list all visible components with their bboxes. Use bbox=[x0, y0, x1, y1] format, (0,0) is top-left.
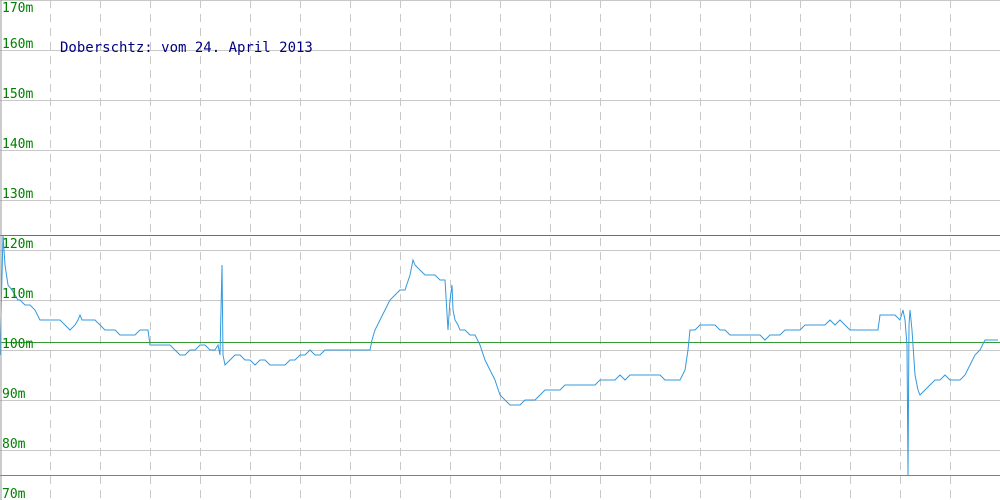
y-tick-label: 70m bbox=[2, 487, 26, 500]
y-tick-label: 90m bbox=[2, 387, 26, 402]
y-tick-label: 120m bbox=[2, 237, 33, 252]
y-tick-label: 130m bbox=[2, 187, 33, 202]
y-tick-label: 80m bbox=[2, 437, 26, 452]
y-tick-label: 150m bbox=[2, 87, 33, 102]
y-tick-label: 160m bbox=[2, 37, 33, 52]
chart-title: Doberschtz: vom 24. April 2013 bbox=[60, 40, 313, 56]
y-tick-label: 100m bbox=[2, 337, 33, 352]
elevation-chart: 70m 80m 90m 100m 110m 120m 130m 140m 150m 160m 170… bbox=[0, 0, 1000, 500]
y-tick-label: 170m bbox=[2, 1, 33, 16]
y-tick-label: 140m bbox=[2, 137, 33, 152]
y-tick-label: 110m bbox=[2, 287, 33, 302]
